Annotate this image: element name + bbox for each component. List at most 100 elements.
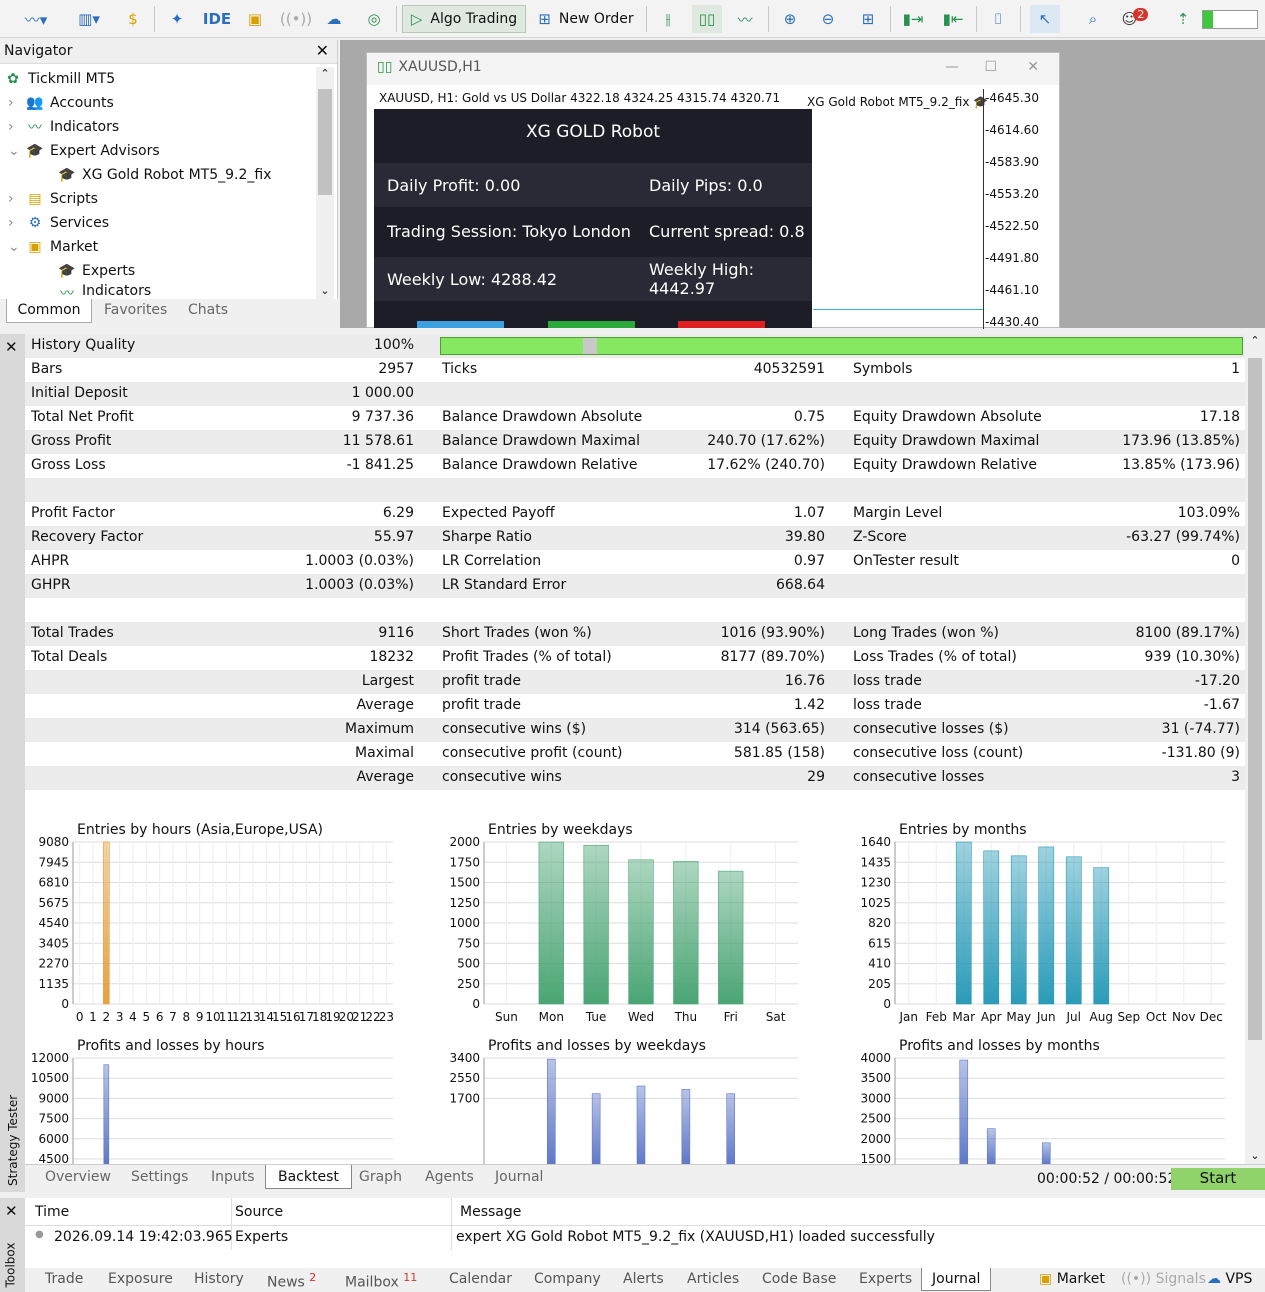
signals-link[interactable]: ((•)) Signals xyxy=(1121,1271,1206,1287)
journal-row[interactable]: ● 2026.09.14 19:42:03.965 Experts expert… xyxy=(25,1226,1265,1250)
robot-button-red[interactable] xyxy=(678,321,765,328)
tab-favorites[interactable]: Favorites xyxy=(96,299,175,323)
grid-icon[interactable]: ⊞ xyxy=(854,5,882,33)
scroll-thumb[interactable] xyxy=(1248,358,1262,1040)
tab-overview[interactable]: Overview xyxy=(37,1167,119,1187)
scroll-down-icon[interactable]: ⌄ xyxy=(1245,1149,1265,1162)
close-icon[interactable]: ✕ xyxy=(1027,59,1039,75)
col-message[interactable]: Message xyxy=(460,1204,521,1220)
signals-icon[interactable]: ((•)) xyxy=(280,5,312,33)
close-icon[interactable]: ✕ xyxy=(5,1202,18,1220)
maximize-icon[interactable]: ☐ xyxy=(984,59,997,75)
bar xyxy=(1065,856,1082,1005)
tab-calendar[interactable]: Calendar xyxy=(449,1271,512,1287)
stats-row: Maximal consecutive profit (count) 581.85 … xyxy=(25,742,1245,766)
cursor-icon[interactable]: ↖ xyxy=(1030,5,1060,33)
tab-settings[interactable]: Settings xyxy=(123,1167,196,1187)
col-source[interactable]: Source xyxy=(235,1204,283,1220)
market-bag-icon[interactable]: ▣ xyxy=(242,5,268,33)
scroll-up-icon[interactable]: ⌃ xyxy=(316,67,334,80)
robot-button-green[interactable] xyxy=(548,321,635,328)
tab-common[interactable]: Common xyxy=(6,299,92,323)
dollar-icon[interactable]: $ xyxy=(120,5,146,33)
autoscroll-icon[interactable]: ▮⇥ xyxy=(898,5,928,33)
tab-journal[interactable]: Journal xyxy=(487,1167,551,1187)
y-tick-label: 1500 xyxy=(860,1152,891,1164)
navigator-tabs: Common Favorites Chats xyxy=(0,299,338,328)
tab-company[interactable]: Company xyxy=(534,1271,601,1287)
notifications-icon[interactable]: ☺ 2 xyxy=(1118,5,1152,33)
stat-value: 18232 xyxy=(369,649,414,665)
vps-link[interactable]: ☁ VPS xyxy=(1207,1271,1252,1287)
zoom-out-icon[interactable]: ⊖ xyxy=(814,5,842,33)
algo-trading-button[interactable]: ▷ Algo Trading xyxy=(402,5,526,33)
tab-alerts[interactable]: Alerts xyxy=(623,1271,664,1287)
line-chart-icon[interactable]: 〰 xyxy=(730,5,760,33)
zoom-in-icon[interactable]: ⊕ xyxy=(776,5,804,33)
tab-articles[interactable]: Articles xyxy=(687,1271,739,1287)
col-time[interactable]: Time xyxy=(35,1204,69,1220)
x-tick-label: 7 xyxy=(169,1010,177,1024)
nav-label: Market xyxy=(50,239,99,255)
screenshot-icon[interactable]: ⌷ xyxy=(984,5,1012,33)
tab-trade[interactable]: Trade xyxy=(45,1271,83,1287)
close-icon[interactable]: ✕ xyxy=(5,338,18,356)
tab-mailbox[interactable]: Mailbox 11 xyxy=(345,1271,417,1291)
stat-label: Total Deals xyxy=(31,649,108,665)
tab-experts[interactable]: Experts xyxy=(859,1271,912,1287)
scroll-down-icon[interactable]: ⌄ xyxy=(316,284,334,297)
new-order-button[interactable]: ⊞ New Order xyxy=(532,5,640,33)
vps-icon[interactable]: ◎ xyxy=(360,5,388,33)
bar-chart-icon[interactable]: ⫲ xyxy=(654,5,682,33)
bar xyxy=(591,1093,601,1165)
close-icon[interactable]: ✕ xyxy=(316,41,329,60)
tester-scrollbar[interactable]: ⌃ ⌄ xyxy=(1245,334,1265,1164)
stat-value: 314 (563.65) xyxy=(733,721,825,737)
nav-item-tickmill[interactable]: ✿ Tickmill MT5 xyxy=(4,67,115,91)
y-tick-label: 1230 xyxy=(860,876,891,890)
navigator-scrollbar[interactable]: ⌃ ⌄ xyxy=(316,67,334,299)
tab-backtest[interactable]: Backtest xyxy=(265,1165,352,1189)
candles-icon[interactable]: ▯▯ xyxy=(692,5,722,33)
nav-item-market-indicators[interactable]: 〰 Indicators xyxy=(58,283,151,299)
tab-news[interactable]: News 2 xyxy=(267,1271,316,1291)
tab-journal[interactable]: Journal xyxy=(921,1268,992,1291)
chart-type-icon[interactable]: 〰▾ xyxy=(14,5,58,33)
x-tick-label: 6 xyxy=(156,1010,164,1024)
y-tick-label: 250 xyxy=(457,977,480,991)
tab-history[interactable]: History xyxy=(194,1271,244,1287)
tab-agents[interactable]: Agents xyxy=(417,1167,482,1187)
tab-code-base[interactable]: Code Base xyxy=(762,1271,836,1287)
nav-item-experts[interactable]: 🎓 Experts xyxy=(58,259,135,283)
nav-item-indicators[interactable]: › 〰 Indicators xyxy=(8,115,119,139)
nav-item-xg-gold-robot[interactable]: 🎓 XG Gold Robot MT5_9.2_fix xyxy=(58,163,271,187)
lvl-icon[interactable]: ⇡ xyxy=(1170,5,1196,33)
stat-label: Equity Drawdown Relative xyxy=(853,457,1037,473)
minimize-icon[interactable]: — xyxy=(945,59,959,75)
ide-button[interactable]: IDE xyxy=(200,5,234,33)
chart-icon[interactable]: ▥▾ xyxy=(66,5,112,33)
search-icon[interactable]: ⌕ xyxy=(1080,5,1106,33)
x-tick-label: 8 xyxy=(183,1010,191,1024)
y-tick-label: 9080 xyxy=(38,835,69,849)
bar xyxy=(1038,846,1055,1005)
nav-item-scripts[interactable]: › ▤ Scripts xyxy=(8,187,98,211)
cloud-icon[interactable]: ☁ xyxy=(320,5,348,33)
x-tick-label: Jan xyxy=(899,1010,919,1024)
robot-button-blue[interactable] xyxy=(417,321,504,328)
nav-item-market[interactable]: ⌄ ▣ Market xyxy=(8,235,98,259)
tab-inputs[interactable]: Inputs xyxy=(203,1167,263,1187)
sparkle-icon[interactable]: ✦ xyxy=(164,5,190,33)
market-link[interactable]: ▣ Market xyxy=(1039,1271,1105,1287)
tab-chats[interactable]: Chats xyxy=(180,299,236,323)
start-button[interactable]: Start xyxy=(1171,1168,1265,1190)
chart-shift-icon[interactable]: ▮⇤ xyxy=(938,5,968,33)
tab-exposure[interactable]: Exposure xyxy=(108,1271,173,1287)
bar xyxy=(546,1058,556,1165)
scroll-up-icon[interactable]: ⌃ xyxy=(1245,334,1265,347)
scroll-thumb[interactable] xyxy=(318,89,332,195)
nav-item-services[interactable]: › ⚙ Services xyxy=(8,211,109,235)
nav-item-expert-advisors[interactable]: ⌄ 🎓 Expert Advisors xyxy=(8,139,160,163)
tab-graph[interactable]: Graph xyxy=(351,1167,410,1187)
nav-item-accounts[interactable]: › 👥 Accounts xyxy=(8,91,114,115)
